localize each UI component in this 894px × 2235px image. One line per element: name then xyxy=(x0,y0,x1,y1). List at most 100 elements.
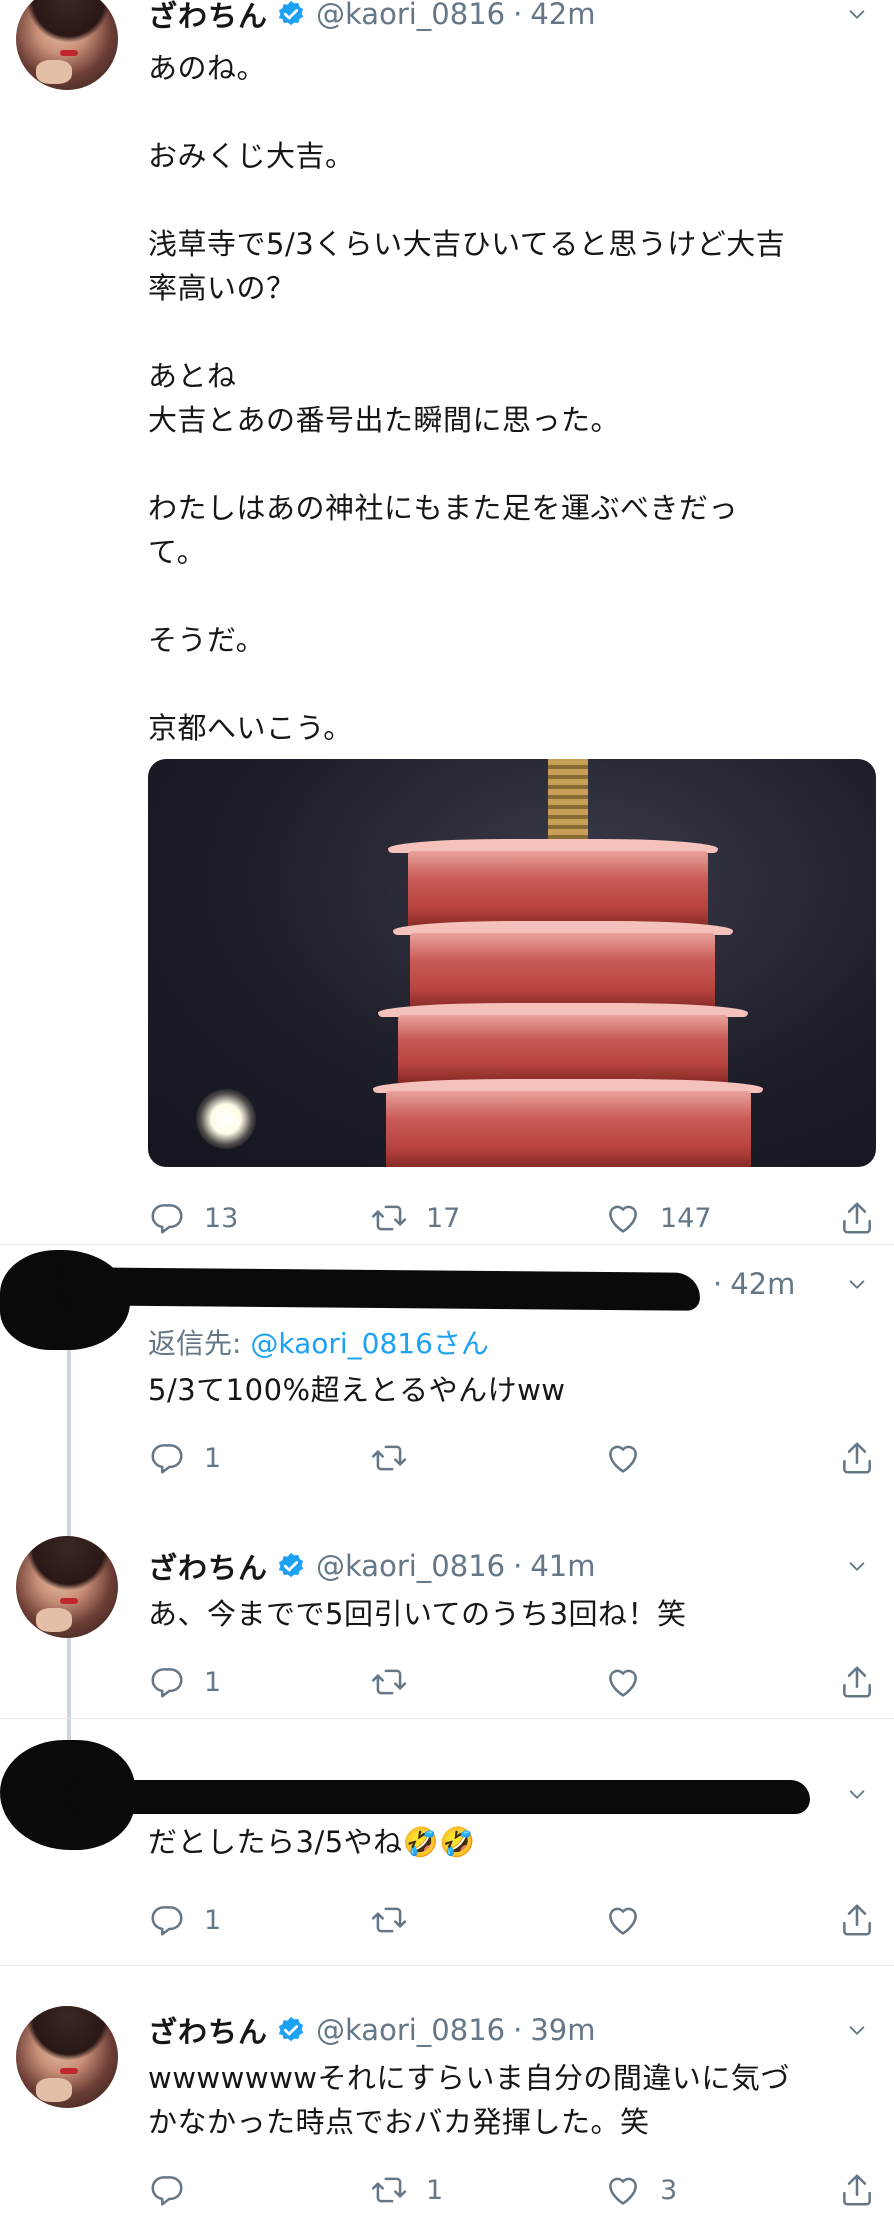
reply-button[interactable]: 1 xyxy=(148,1660,221,1704)
reply-button[interactable] xyxy=(148,2168,204,2212)
like-button[interactable]: 147 xyxy=(604,1196,712,1240)
reply-button[interactable]: 1 xyxy=(148,1898,221,1942)
avatar[interactable] xyxy=(16,2006,118,2108)
share-button[interactable] xyxy=(838,1196,894,1240)
share-button[interactable] xyxy=(838,1436,894,1480)
retweet-button[interactable] xyxy=(370,1898,426,1942)
reply-icon xyxy=(148,1663,186,1701)
like-button[interactable] xyxy=(604,1898,660,1942)
retweet-button[interactable]: 1 xyxy=(370,2168,443,2212)
reply-count: 1 xyxy=(204,1666,222,1698)
reply-button[interactable]: 13 xyxy=(148,1196,238,1240)
redaction-mark xyxy=(70,1780,810,1814)
timestamp[interactable]: 39m xyxy=(530,2013,595,2047)
chevron-down-icon[interactable] xyxy=(846,4,868,26)
tweet-actions: 13 17 147 xyxy=(148,1196,864,1240)
like-button[interactable]: 3 xyxy=(604,2168,677,2212)
pagoda-tier xyxy=(410,933,715,1013)
retweet-button[interactable] xyxy=(370,1660,426,1704)
tweet-header: ざわちん @kaori_0816 · 39m xyxy=(148,2010,595,2050)
share-button[interactable] xyxy=(838,1660,894,1704)
reply-count: 13 xyxy=(204,1202,239,1234)
retweet-count: 17 xyxy=(426,1202,461,1234)
tweet-5[interactable]: ざわちん @kaori_0816 · 39m wwwwwwwそれにすらいま自分の… xyxy=(0,2000,894,2235)
verified-badge-icon xyxy=(276,0,306,29)
retweet-icon xyxy=(370,1901,408,1939)
chevron-down-icon[interactable] xyxy=(846,1556,868,1578)
retweet-icon xyxy=(370,1663,408,1701)
tweet-4[interactable]: だとしたら3/5やね🤣🤣 1 xyxy=(0,1740,894,1940)
moon xyxy=(196,1089,256,1149)
reply-icon xyxy=(148,1901,186,1939)
chevron-down-icon[interactable] xyxy=(846,1274,868,1296)
retweet-count: 1 xyxy=(426,2174,444,2206)
share-icon xyxy=(838,1663,876,1701)
share-button[interactable] xyxy=(838,1898,894,1942)
heart-icon xyxy=(604,1901,642,1939)
tweet-header: ざわちん @kaori_0816 · 41m xyxy=(148,1546,595,1586)
timestamp[interactable]: 42m xyxy=(730,1267,795,1301)
tweet-text: あ、今までで5回引いてのうち3回ね！笑 xyxy=(148,1597,687,1631)
timestamp[interactable]: 42m xyxy=(530,0,595,31)
separator-dot: · xyxy=(513,0,523,31)
tweet-actions: 1 xyxy=(148,1898,864,1942)
tweet-1[interactable]: ざわちん @kaori_0816 · 42m あのね。 おみくじ大吉。 浅草寺で… xyxy=(0,0,894,1250)
display-name[interactable]: ざわちん xyxy=(148,1545,268,1587)
tweet-actions: 1 3 xyxy=(148,2168,864,2212)
retweet-button[interactable]: 17 xyxy=(370,1196,460,1240)
reply-icon xyxy=(148,2171,186,2209)
reply-mention-link[interactable]: @kaori_0816さん xyxy=(250,1327,489,1360)
verified-badge-icon xyxy=(276,2015,306,2045)
pagoda-tier xyxy=(386,1091,751,1167)
tweet-actions: 1 xyxy=(148,1436,864,1480)
user-handle[interactable]: @kaori_0816 xyxy=(316,2013,505,2047)
tweet-header: · 42m xyxy=(705,1264,795,1304)
pagoda-tier xyxy=(398,1015,728,1085)
redaction-mark xyxy=(59,1267,701,1311)
reply-to-label: 返信先: xyxy=(148,1327,251,1360)
user-handle[interactable]: @kaori_0816 xyxy=(316,0,505,31)
reply-count: 1 xyxy=(204,1442,222,1474)
user-handle[interactable]: @kaori_0816 xyxy=(316,1549,505,1583)
share-icon xyxy=(838,1439,876,1477)
retweet-button[interactable] xyxy=(370,1436,426,1480)
tweet-text: あのね。 おみくじ大吉。 浅草寺で5/3くらい大吉ひいてると思うけど大吉 率高い… xyxy=(148,51,786,745)
share-icon xyxy=(838,1901,876,1939)
tweet-header: ざわちん @kaori_0816 · 42m xyxy=(148,0,595,34)
heart-icon xyxy=(604,1663,642,1701)
share-button[interactable] xyxy=(838,2168,894,2212)
like-button[interactable] xyxy=(604,1436,660,1480)
avatar[interactable] xyxy=(16,0,118,90)
heart-icon xyxy=(604,1439,642,1477)
separator-dot: · xyxy=(513,2013,523,2047)
tweet-photo[interactable] xyxy=(148,759,876,1167)
timestamp[interactable]: 41m xyxy=(530,1549,595,1583)
like-count: 147 xyxy=(660,1202,712,1234)
display-name[interactable]: ざわちん xyxy=(148,0,268,35)
retweet-icon xyxy=(370,2171,408,2209)
share-icon xyxy=(838,1199,876,1237)
reply-to-line: 返信先: @kaori_0816さん xyxy=(148,1322,489,1362)
verified-badge-icon xyxy=(276,1551,306,1581)
pagoda-spire xyxy=(548,759,588,849)
tweet-text: wwwwwwwそれにすらいま自分の間違いに気づ かなかった時点でおバカ発揮した。… xyxy=(148,2061,790,2139)
avatar[interactable] xyxy=(16,1536,118,1638)
tweet-actions: 1 xyxy=(148,1660,864,1704)
tweet-3[interactable]: ざわちん @kaori_0816 · 41m あ、今までで5回引いてのうち3回ね… xyxy=(0,1536,894,1726)
separator-dot: · xyxy=(713,1267,723,1301)
divider xyxy=(0,1244,894,1245)
tweet-text: だとしたら3/5やね🤣🤣 xyxy=(148,1825,476,1859)
retweet-icon xyxy=(370,1199,408,1237)
divider xyxy=(0,1718,894,1719)
retweet-icon xyxy=(370,1439,408,1477)
reply-icon xyxy=(148,1439,186,1477)
reply-button[interactable]: 1 xyxy=(148,1436,221,1480)
like-button[interactable] xyxy=(604,1660,660,1704)
display-name[interactable]: ざわちん xyxy=(148,2009,268,2051)
like-count: 3 xyxy=(660,2174,678,2206)
share-icon xyxy=(838,2171,876,2209)
chevron-down-icon[interactable] xyxy=(846,2020,868,2042)
chevron-down-icon[interactable] xyxy=(846,1784,868,1806)
tweet-2[interactable]: · 42m 返信先: @kaori_0816さん 5/3て100%超えとるやんけ… xyxy=(0,1250,894,1750)
reply-count: 1 xyxy=(204,1904,222,1936)
